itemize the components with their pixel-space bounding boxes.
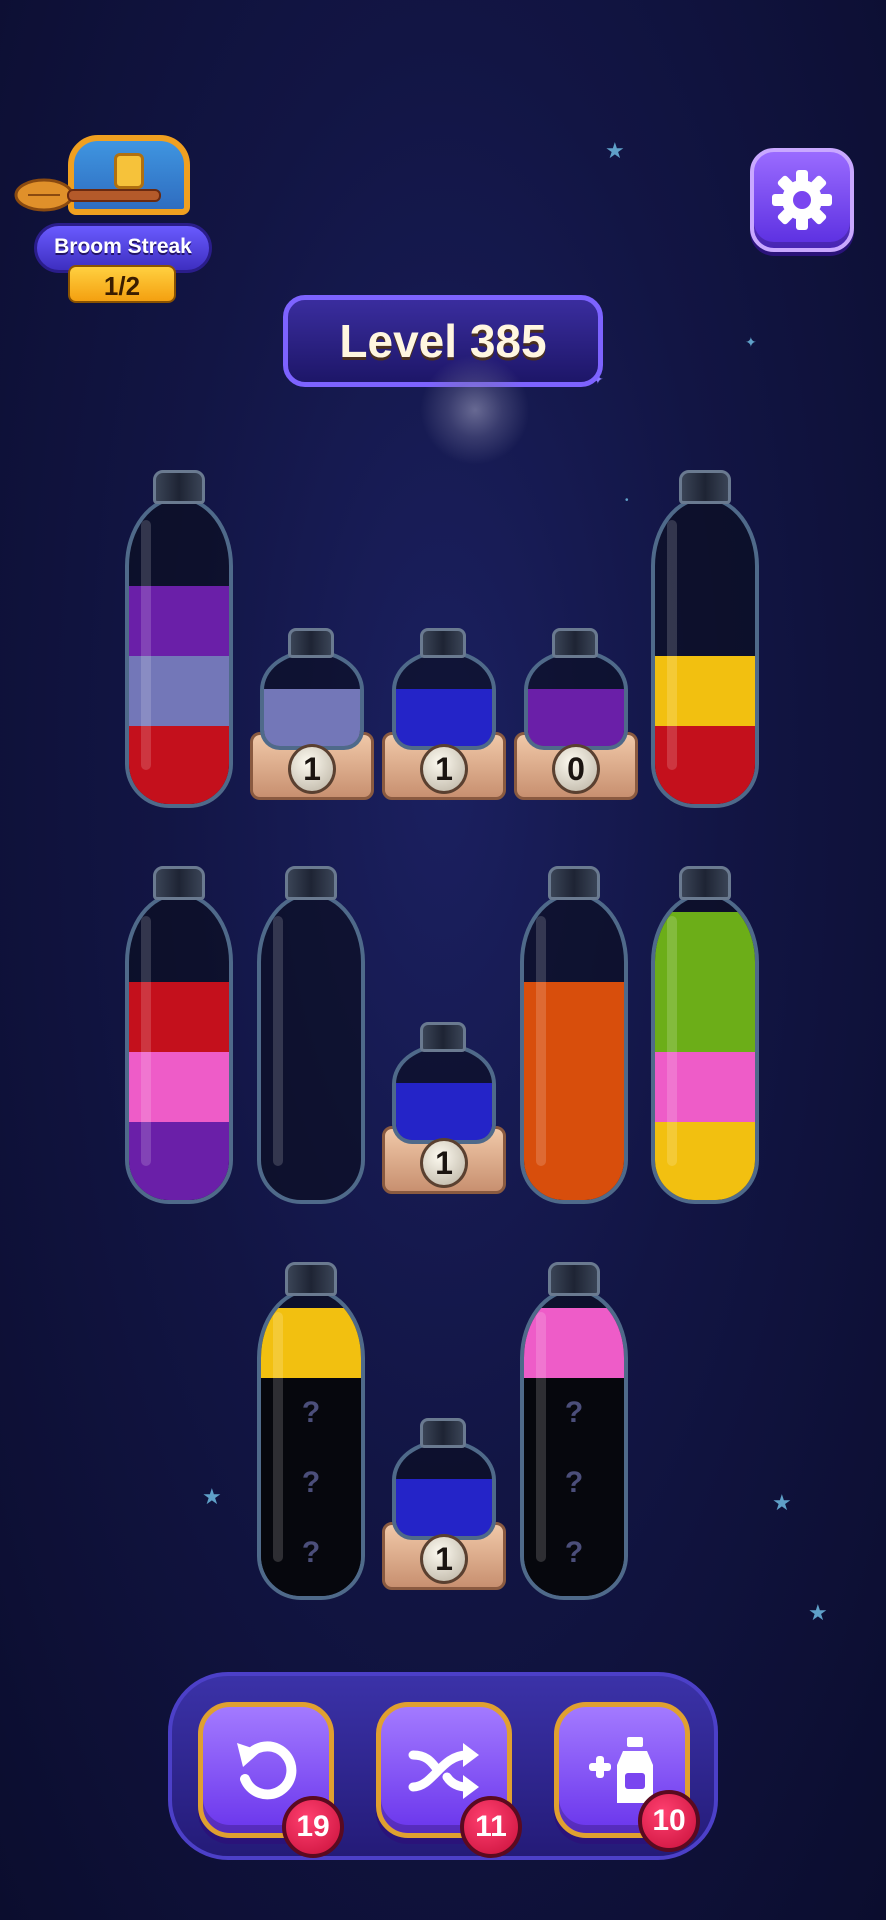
bottle-glass <box>524 650 628 750</box>
liquid-layer-pink <box>129 1052 229 1122</box>
liquid-layer-orange <box>524 1052 624 1122</box>
bottle-counter: 0 <box>552 744 600 794</box>
hidden-liquid-layer: ? <box>524 1448 624 1518</box>
liquid-layer-purple <box>528 688 624 746</box>
gear-icon <box>772 170 832 230</box>
tall-bottle[interactable] <box>257 866 365 1204</box>
hidden-liquid-layer: ? <box>524 1378 624 1448</box>
bottle-neck <box>420 1418 466 1448</box>
bottle-glass: ??? <box>520 1288 628 1600</box>
bottle-glass <box>125 496 233 808</box>
bottle-neck <box>548 866 600 900</box>
bottle-neck <box>285 1262 337 1296</box>
bottle-glass <box>520 892 628 1204</box>
liquid-layer-red <box>129 726 229 804</box>
bottle-counter: 1 <box>288 744 336 794</box>
hidden-liquid-layer: ? <box>261 1378 361 1448</box>
bottle-neck <box>552 628 598 658</box>
broom-streak-widget[interactable]: Broom Streak 1/2 <box>10 115 212 305</box>
bottle-glass <box>392 650 496 750</box>
bottle-glass: ??? <box>257 1288 365 1600</box>
star-decoration: • <box>625 495 629 506</box>
liquid-layer-pink <box>655 1052 755 1122</box>
liquid-layer-yellow <box>655 656 755 726</box>
tall-bottle[interactable] <box>125 866 233 1204</box>
bottle-glass <box>392 1440 496 1540</box>
add-bottle-count-badge: 10 <box>638 1790 700 1852</box>
liquid-layer-yellow <box>261 1308 361 1378</box>
shuffle-count-badge: 11 <box>460 1796 522 1858</box>
liquid-layer-yellow <box>655 1122 755 1200</box>
small-bottle[interactable]: 0 <box>514 628 638 808</box>
small-bottle[interactable]: 1 <box>382 628 506 808</box>
bottle-neck <box>679 866 731 900</box>
tall-bottle[interactable] <box>125 470 233 808</box>
star-decoration: ★ <box>605 138 625 163</box>
undo-icon <box>237 1741 297 1800</box>
bottle-glass <box>392 1044 496 1144</box>
tall-bottle[interactable] <box>520 866 628 1204</box>
settings-button[interactable] <box>750 148 854 252</box>
liquid-layer-red <box>655 726 755 804</box>
bottle-counter: 1 <box>420 1534 468 1584</box>
small-bottle[interactable]: 1 <box>382 1022 506 1202</box>
broom-streak-count: 1/2 <box>68 265 176 303</box>
bottle-neck <box>288 628 334 658</box>
bottle-neck <box>153 470 205 504</box>
bottle-glass <box>125 892 233 1204</box>
liquid-layer-blue <box>396 1082 492 1140</box>
hidden-liquid-layer: ? <box>261 1448 361 1518</box>
tall-bottle[interactable] <box>651 866 759 1204</box>
bottle-neck <box>420 1022 466 1052</box>
liquid-layer-orange <box>524 1122 624 1200</box>
liquid-layer-purple <box>129 1122 229 1200</box>
liquid-layer-orange <box>524 982 624 1052</box>
bottle-neck <box>548 1262 600 1296</box>
hidden-liquid-layer: ? <box>524 1518 624 1596</box>
bottle-neck <box>420 628 466 658</box>
liquid-layer-blue <box>396 1478 492 1536</box>
shuffle-icon <box>408 1743 479 1799</box>
bottle-glass <box>260 650 364 750</box>
liquid-layer-lavender <box>264 688 360 746</box>
star-decoration: ★ <box>202 1484 222 1509</box>
bottle-counter: 1 <box>420 1138 468 1188</box>
liquid-layer-lavender <box>129 656 229 726</box>
tall-bottle[interactable] <box>651 470 759 808</box>
tall-bottle[interactable]: ??? <box>257 1262 365 1600</box>
bottle-neck <box>153 866 205 900</box>
star-decoration: ★ <box>772 1490 792 1515</box>
bottle-glass <box>651 496 759 808</box>
small-bottle[interactable]: 1 <box>250 628 374 808</box>
broom-icon <box>14 178 161 212</box>
touch-indicator <box>420 355 530 465</box>
star-decoration: ★ <box>808 1600 828 1625</box>
small-bottle[interactable]: 1 <box>382 1418 506 1598</box>
liquid-layer-blue <box>396 688 492 746</box>
bottle-glass <box>257 892 365 1204</box>
liquid-layer-purple <box>129 586 229 656</box>
star-decoration: ✦ <box>745 334 757 350</box>
bottle-neck <box>679 470 731 504</box>
undo-count-badge: 19 <box>282 1796 344 1858</box>
hidden-liquid-layer: ? <box>261 1518 361 1596</box>
bottle-neck <box>285 866 337 900</box>
liquid-layer-green <box>655 982 755 1052</box>
liquid-layer-pink <box>524 1308 624 1378</box>
liquid-layer-red <box>129 982 229 1052</box>
bottle-glass <box>651 892 759 1204</box>
tall-bottle[interactable]: ??? <box>520 1262 628 1600</box>
liquid-layer-green <box>655 912 755 982</box>
bottle-counter: 1 <box>420 744 468 794</box>
